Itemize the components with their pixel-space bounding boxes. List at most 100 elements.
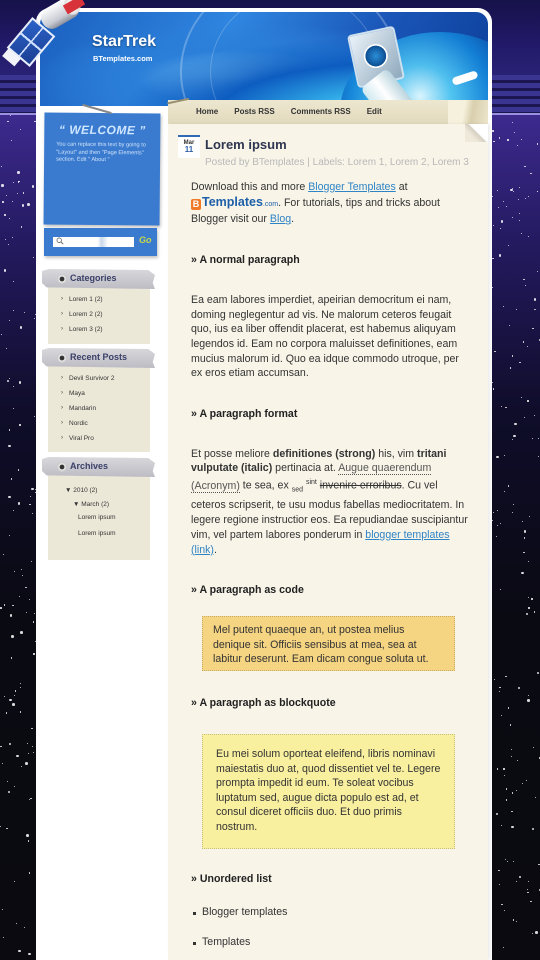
star <box>516 789 518 791</box>
recent-post-item[interactable]: › Mandarin <box>57 405 115 420</box>
star <box>27 840 29 842</box>
star <box>26 612 28 614</box>
star <box>8 378 11 380</box>
recent-post-label: Maya <box>69 390 85 397</box>
search-input[interactable] <box>53 237 134 247</box>
recent-post-item[interactable]: › Devil Survivor 2 <box>57 375 115 390</box>
site-title[interactable]: StarTrek <box>92 33 156 51</box>
archive-post-link[interactable]: Lorem ipsum <box>78 530 116 537</box>
star <box>8 444 11 448</box>
post-title[interactable]: Lorem ipsum <box>205 137 287 152</box>
archive-year-toggle[interactable]: ▼ 2010 (2) <box>65 487 97 494</box>
star <box>530 901 532 903</box>
star <box>493 512 495 514</box>
site-description: BTemplates.com <box>93 54 153 63</box>
star <box>528 516 530 518</box>
star <box>1 184 4 187</box>
star <box>501 715 503 717</box>
section-heading-blockquote: » A paragraph as blockquote <box>191 697 336 709</box>
star <box>22 575 24 577</box>
star <box>513 434 516 438</box>
star <box>31 185 35 188</box>
star <box>528 607 530 609</box>
recent-post-item[interactable]: › Viral Pro <box>57 435 115 450</box>
star <box>503 768 505 770</box>
star <box>523 279 525 281</box>
category-item[interactable]: › Lorem 1 (2) <box>57 296 103 311</box>
star <box>537 456 539 458</box>
nav-item-posts-rss[interactable]: Posts RSS <box>234 107 274 116</box>
star <box>2 936 4 939</box>
nav-item-edit[interactable]: Edit <box>367 107 382 116</box>
star <box>12 604 14 607</box>
star <box>26 834 29 837</box>
star <box>493 140 495 142</box>
star <box>513 190 515 192</box>
star <box>3 695 5 697</box>
welcome-widget: “ WELCOME ” You can replace this text by… <box>43 112 161 226</box>
bullet-arrow-icon: › <box>61 326 63 332</box>
star <box>507 707 509 709</box>
star <box>531 598 533 600</box>
star <box>537 190 539 192</box>
star <box>494 351 496 353</box>
star <box>25 587 27 589</box>
archive-post-link[interactable]: Lorem ipsum <box>78 514 116 521</box>
archive-month-toggle[interactable]: ▼ March (2) <box>73 501 109 508</box>
code-block: Mel putent quaeque an, ut postea melius … <box>202 616 455 671</box>
star <box>509 367 511 369</box>
star <box>524 416 526 419</box>
star <box>27 752 29 754</box>
star <box>503 305 505 308</box>
star <box>520 138 523 140</box>
nav-item-home[interactable]: Home <box>196 107 218 116</box>
star <box>28 599 30 601</box>
star <box>510 188 513 192</box>
star <box>497 768 499 770</box>
star <box>525 612 529 616</box>
star <box>0 745 2 747</box>
intro-text: Download this and more <box>191 181 309 193</box>
btemplates-logo[interactable]: B Templates.com <box>191 195 278 210</box>
recent-posts-widget: › Devil Survivor 2 › Maya › Mandarin › Nordi… <box>48 360 150 452</box>
star <box>536 143 538 145</box>
categories-list: › Lorem 1 (2) › Lorem 2 (2) › Lorem 3 (2) <box>57 296 103 341</box>
star <box>519 186 521 189</box>
categories-widget: › Lorem 1 (2) › Lorem 2 (2) › Lorem 3 (2) <box>48 282 150 344</box>
star <box>499 883 501 886</box>
page-curl-decoration <box>465 124 488 142</box>
star <box>515 880 518 883</box>
bullet-arrow-icon: › <box>61 390 63 396</box>
star <box>504 775 506 777</box>
search-go-button[interactable]: Go <box>139 235 152 245</box>
star <box>531 933 533 935</box>
star <box>496 189 498 191</box>
star <box>5 712 7 714</box>
star <box>0 166 3 168</box>
star <box>31 745 33 748</box>
star <box>505 206 507 208</box>
bullet-arrow-icon: › <box>61 375 63 381</box>
star <box>527 695 530 697</box>
star <box>500 220 504 223</box>
star <box>16 754 19 758</box>
star <box>7 120 9 123</box>
star <box>8 742 12 746</box>
category-item[interactable]: › Lorem 3 (2) <box>57 326 103 341</box>
blockquote: Eu mei solum oporteat eleifend, libris n… <box>202 734 455 849</box>
star <box>532 328 534 330</box>
bullet-arrow-icon: › <box>61 435 63 441</box>
recent-post-item[interactable]: › Maya <box>57 390 115 405</box>
blog-link[interactable]: Blog <box>270 213 291 225</box>
format-paragraph: Et posse meliore definitiones (strong) h… <box>191 447 471 558</box>
bullet-arrow-icon: › <box>61 311 63 317</box>
category-item[interactable]: › Lorem 2 (2) <box>57 311 103 326</box>
star <box>499 227 501 230</box>
star <box>522 341 524 343</box>
nav-item-comments-rss[interactable]: Comments RSS <box>291 107 351 116</box>
blogger-templates-link[interactable]: Blogger Templates <box>308 181 396 193</box>
star <box>537 438 539 440</box>
recent-post-item[interactable]: › Nordic <box>57 420 115 435</box>
star <box>492 195 494 198</box>
star <box>19 326 22 329</box>
